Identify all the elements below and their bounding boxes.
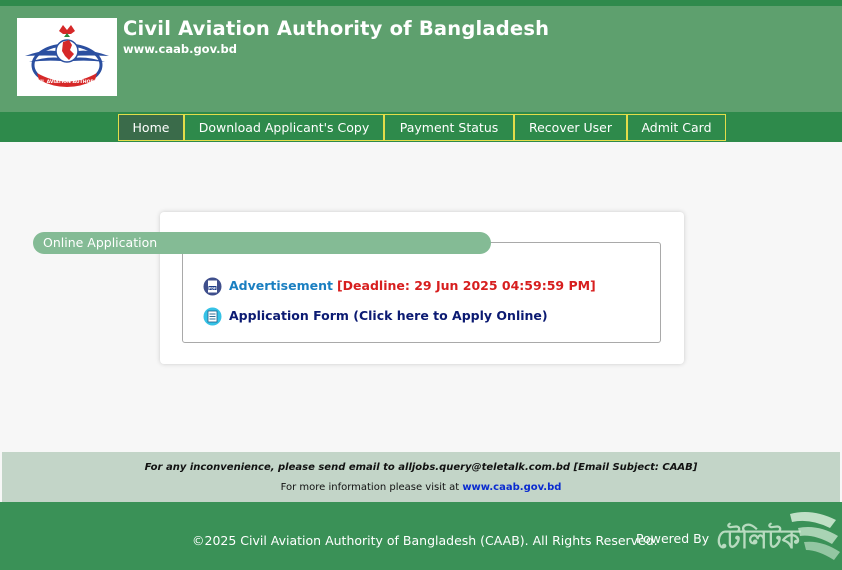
- powered-by-label: Powered By: [636, 531, 710, 546]
- nav-home[interactable]: Home: [118, 114, 184, 141]
- online-application-legend: Online Application: [33, 232, 491, 254]
- contact-email-note: For any inconvenience, please send email…: [144, 462, 698, 473]
- nav-recover-user[interactable]: Recover User: [514, 114, 627, 141]
- advertisement-row: PDF Advertisement [Deadline: 29 Jun 2025 …: [203, 277, 596, 296]
- site-url: www.caab.gov.bd: [123, 42, 237, 56]
- nav-payment-status[interactable]: Payment Status: [384, 114, 514, 141]
- site-title: Civil Aviation Authority of Bangladesh: [123, 17, 550, 40]
- caab-website-link[interactable]: www.caab.gov.bd: [462, 482, 561, 493]
- nav-download-applicants-copy[interactable]: Download Applicant's Copy: [184, 114, 384, 141]
- svg-text:PDF: PDF: [209, 286, 216, 290]
- pdf-icon[interactable]: PDF: [203, 277, 222, 296]
- info-band: [2, 452, 840, 502]
- svg-text:টেলিটক: টেলিটক: [716, 522, 801, 555]
- application-form-row: Application Form (Click here to Apply On…: [203, 307, 548, 326]
- form-icon[interactable]: [203, 307, 222, 326]
- caab-emblem-icon: CIVIL AVIATION AUTHORITY: [25, 25, 109, 87]
- deadline-text: [Deadline: 29 Jun 2025 04:59:59 PM]: [336, 278, 596, 293]
- advertisement-link[interactable]: Advertisement: [229, 278, 333, 293]
- application-form-link[interactable]: Application Form (Click here to Apply On…: [229, 308, 548, 323]
- site-header: CIVIL AVIATION AUTHORITY Civil Aviation …: [0, 6, 842, 112]
- copyright-text: ©2025 Civil Aviation Authority of Bangla…: [192, 533, 658, 548]
- more-info-prefix: For more information please visit at: [280, 482, 460, 493]
- more-info-note: For more information please visit at www…: [0, 482, 842, 493]
- main-navigation: Home Download Applicant's Copy Payment S…: [0, 112, 842, 142]
- teletalk-logo[interactable]: টেলিটক: [712, 506, 842, 570]
- caab-logo[interactable]: CIVIL AVIATION AUTHORITY: [17, 18, 117, 96]
- nav-admit-card[interactable]: Admit Card: [627, 114, 726, 141]
- svg-text:CIVIL AVIATION AUTHORITY: CIVIL AVIATION AUTHORITY: [32, 79, 103, 85]
- teletalk-logo-icon: টেলিটক: [716, 512, 840, 560]
